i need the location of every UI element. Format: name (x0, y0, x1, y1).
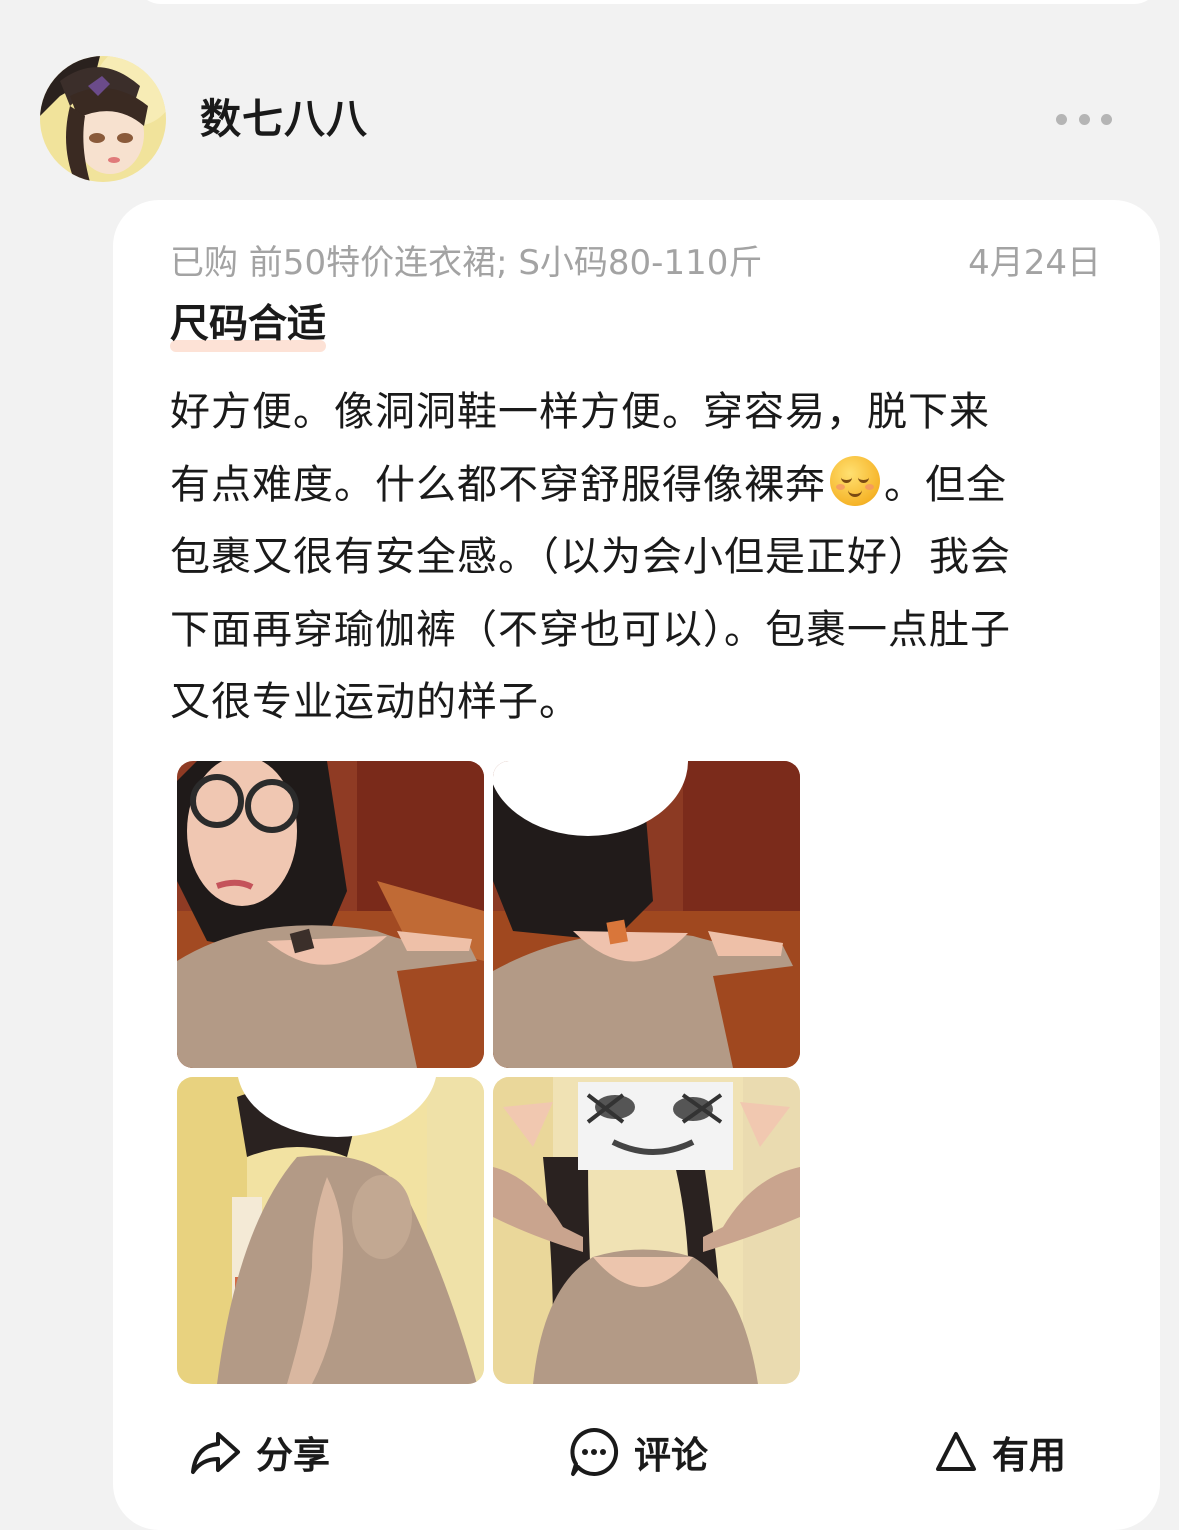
review-photo-4[interactable] (493, 1077, 800, 1384)
review-line: 又很专业运动的样子。 (170, 679, 580, 725)
comment-label: 评论 (634, 1434, 708, 1477)
size-tag: 尺码合适 (170, 300, 327, 352)
review-line: 下面再穿瑜伽裤（不穿也可以）。包裹一点肚子 (170, 606, 1011, 653)
useful-button[interactable]: 有用 (934, 1424, 1066, 1480)
purchase-info: 已购 前50特价连衣裙; S小码80-110斤 (170, 243, 763, 283)
review-date: 4月24日 (968, 243, 1101, 283)
comment-button[interactable]: 评论 (568, 1424, 708, 1480)
review-line: 好方便。像洞洞鞋一样方便。穿容易，脱下来 (170, 389, 990, 435)
comment-icon (570, 1427, 619, 1476)
avatar[interactable] (40, 56, 166, 182)
review-photo-2[interactable] (493, 761, 800, 1068)
previous-card-edge (135, 0, 1160, 4)
username[interactable]: 数七八八 (200, 94, 368, 144)
review-line-part: 有点难度。什么都不穿舒服得像裸奔 (170, 461, 826, 508)
review-line: 包裹又很有安全感。（以为会小但是正好）我会 (170, 534, 1011, 580)
share-button[interactable]: 分享 (188, 1424, 330, 1480)
review-line: 有点难度。什么都不穿舒服得像裸奔 。但全 (170, 449, 1110, 522)
review-text: 好方便。像洞洞鞋一样方便。穿容易，脱下来 有点难度。什么都不穿舒服得像裸奔 。但全… (170, 376, 1110, 739)
avatar-illustration (40, 56, 166, 182)
photo-image (493, 1077, 800, 1384)
review-photo-3[interactable] (177, 1077, 484, 1384)
photo-image (177, 1077, 484, 1384)
photo-image (493, 761, 800, 1068)
review-photo-1[interactable] (177, 761, 484, 1068)
relieved-face-emoji-icon (830, 455, 880, 506)
more-options-icon[interactable] (1056, 106, 1112, 132)
thumbs-up-icon (936, 1432, 976, 1471)
share-label: 分享 (256, 1434, 330, 1477)
useful-label: 有用 (992, 1434, 1066, 1477)
photo-image (177, 761, 484, 1068)
review-line-part: 。但全 (884, 461, 1007, 508)
share-icon (191, 1432, 240, 1474)
size-tag-label: 尺码合适 (170, 302, 327, 347)
